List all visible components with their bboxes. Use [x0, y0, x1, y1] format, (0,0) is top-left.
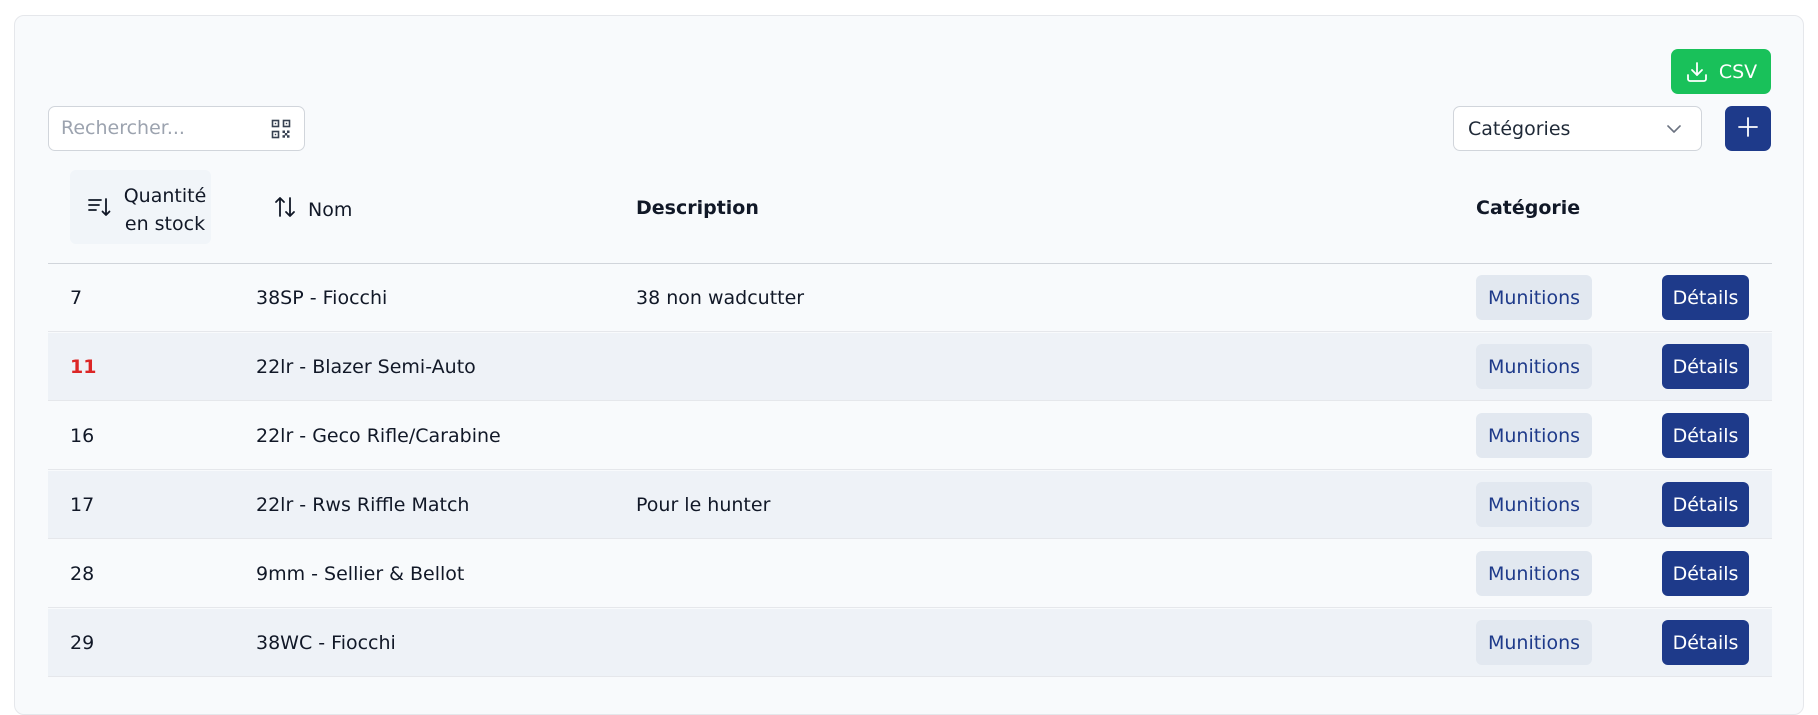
header-quantity-label: Quantité en stock	[120, 182, 210, 238]
search-input[interactable]	[61, 107, 261, 149]
row-quantity: 29	[70, 632, 95, 654]
category-badge: Munitions	[1476, 275, 1592, 320]
row-quantity: 28	[70, 563, 95, 585]
sort-arrows-icon	[272, 194, 298, 225]
details-button[interactable]: Détails	[1662, 275, 1749, 320]
row-name: 22lr - Geco Rifle/Carabine	[256, 425, 501, 447]
table-row: 16 22lr - Geco Rifle/Carabine Munitions Dét…	[48, 402, 1772, 470]
row-quantity: 11	[70, 356, 97, 378]
row-name: 38SP - Fiocchi	[256, 287, 388, 309]
download-icon	[1685, 60, 1709, 84]
header-name-label: Nom	[308, 198, 353, 221]
table-row: 29 38WC - Fiocchi Munitions Détails	[48, 609, 1772, 677]
category-badge: Munitions	[1476, 344, 1592, 389]
category-badge: Munitions	[1476, 413, 1592, 458]
details-button[interactable]: Détails	[1662, 551, 1749, 596]
row-name: 22lr - Blazer Semi-Auto	[256, 356, 476, 378]
row-quantity: 17	[70, 494, 95, 516]
row-name: 22lr - Rws Riffle Match	[256, 494, 470, 516]
header-name-sort[interactable]: Nom	[272, 194, 352, 225]
category-select-value: Catégories	[1468, 117, 1571, 140]
category-select[interactable]: Catégories	[1453, 106, 1702, 151]
chevron-down-icon	[1665, 120, 1683, 143]
row-quantity: 16	[70, 425, 95, 447]
category-badge: Munitions	[1476, 620, 1592, 665]
details-button[interactable]: Détails	[1662, 413, 1749, 458]
sort-descending-icon	[86, 194, 112, 225]
row-name: 9mm - Sellier & Bellot	[256, 563, 465, 585]
header-quantity-line1: Quantité	[123, 185, 207, 207]
header-category: Catégorie	[1476, 197, 1581, 219]
category-badge: Munitions	[1476, 551, 1592, 596]
header-quantity-sort[interactable]: Quantité en stock	[70, 170, 211, 244]
category-badge: Munitions	[1476, 482, 1592, 527]
details-button[interactable]: Détails	[1662, 482, 1749, 527]
row-name: 38WC - Fiocchi	[256, 632, 396, 654]
header-quantity-line2: en stock	[124, 213, 206, 235]
row-quantity: 7	[70, 287, 83, 309]
table-row: 11 22lr - Blazer Semi-Auto Munitions Détail…	[48, 333, 1772, 401]
export-csv-button[interactable]: CSV	[1671, 49, 1771, 94]
details-button[interactable]: Détails	[1662, 344, 1749, 389]
details-button[interactable]: Détails	[1662, 620, 1749, 665]
table-row: 17 22lr - Rws Riffle Match Pour le hunter M…	[48, 471, 1772, 539]
table-row: 7 38SP - Fiocchi 38 non wadcutter Munitions…	[48, 264, 1772, 332]
plus-icon	[1736, 115, 1760, 143]
row-description: Pour le hunter	[636, 494, 771, 516]
add-item-button[interactable]	[1725, 106, 1771, 151]
row-description: 38 non wadcutter	[636, 287, 805, 309]
qr-code-icon[interactable]	[271, 119, 291, 139]
csv-label: CSV	[1718, 60, 1758, 83]
table-row: 28 9mm - Sellier & Bellot Munitions Détails	[48, 540, 1772, 608]
search-box	[48, 106, 305, 151]
header-description: Description	[636, 197, 759, 219]
